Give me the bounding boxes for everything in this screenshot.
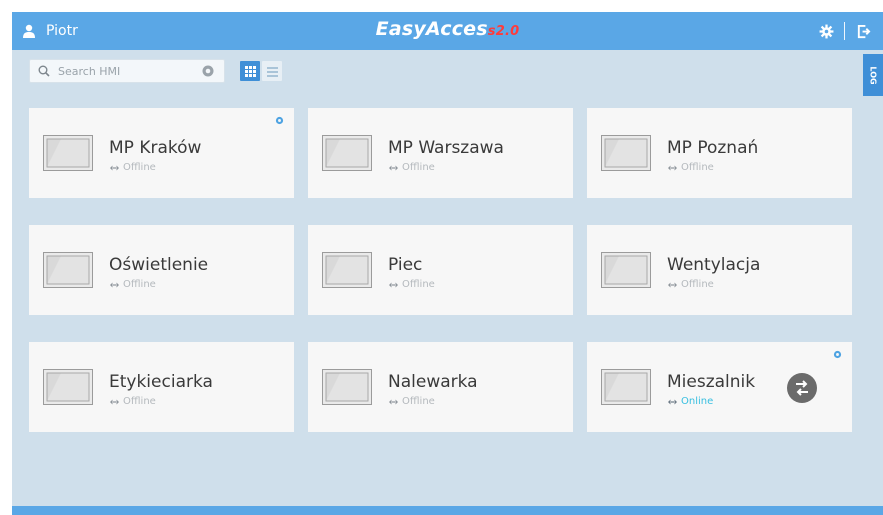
- hmi-screen-icon: [601, 135, 651, 171]
- hmi-screen-icon: [601, 369, 651, 405]
- hmi-status: Offline: [668, 162, 714, 173]
- hmi-tile[interactable]: MP Warszawa Offline: [308, 108, 573, 198]
- hmi-tile[interactable]: Nalewarka Offline: [308, 342, 573, 432]
- hmi-name: Mieszalnik: [667, 372, 756, 392]
- view-toggle: [240, 61, 282, 81]
- link-icon: [668, 282, 677, 287]
- hmi-status-text: Offline: [402, 279, 435, 290]
- hmi-status: Offline: [389, 279, 435, 290]
- hmi-status-text: Offline: [123, 279, 156, 290]
- connect-icon[interactable]: [786, 372, 818, 404]
- hmi-screen-icon: [322, 369, 372, 405]
- top-bar: Piotr EasyAccess2.0: [12, 12, 883, 50]
- hmi-screen-icon: [322, 252, 372, 288]
- hmi-name: Wentylacja: [667, 255, 761, 275]
- log-tab[interactable]: LOG: [863, 54, 883, 96]
- hmi-status: Online: [668, 396, 713, 407]
- link-icon: [389, 399, 398, 404]
- hmi-tile[interactable]: Oświetlenie Offline: [29, 225, 294, 315]
- hmi-name: MP Warszawa: [388, 138, 504, 158]
- clear-icon[interactable]: [202, 65, 214, 77]
- hmi-tile[interactable]: Mieszalnik Online: [587, 342, 852, 432]
- link-icon: [668, 165, 677, 170]
- hmi-name: Piec: [388, 255, 423, 275]
- logout-icon: [857, 24, 870, 38]
- hmi-screen-icon: [43, 135, 93, 171]
- hmi-status: Offline: [389, 396, 435, 407]
- brand-logo: EasyAccess2.0: [12, 18, 883, 40]
- hmi-status-text: Offline: [402, 162, 435, 173]
- log-tab-label: LOG: [868, 65, 878, 85]
- link-icon: [110, 399, 119, 404]
- logout-button[interactable]: [855, 23, 871, 39]
- link-icon: [110, 282, 119, 287]
- hmi-status: Offline: [668, 279, 714, 290]
- hmi-name: Nalewarka: [388, 372, 478, 392]
- link-icon: [389, 282, 398, 287]
- tile-settings-icon[interactable]: [275, 116, 284, 125]
- grid-view-button[interactable]: [240, 61, 260, 81]
- hmi-status-text: Online: [681, 396, 714, 407]
- gear-icon: [819, 24, 833, 38]
- hmi-screen-icon: [322, 135, 372, 171]
- brand-version: s2.0: [487, 24, 520, 39]
- search-icon: [38, 65, 50, 77]
- link-icon: [668, 399, 677, 404]
- search-box: [29, 59, 225, 83]
- hmi-tile[interactable]: MP Kraków Offline: [29, 108, 294, 198]
- hmi-status-text: Offline: [123, 162, 156, 173]
- hmi-status-text: Offline: [681, 162, 714, 173]
- hmi-name: MP Kraków: [109, 138, 202, 158]
- brand-name: EasyAcces: [375, 18, 488, 40]
- tile-settings-icon[interactable]: [833, 350, 842, 359]
- hmi-name: Etykieciarka: [109, 372, 213, 392]
- easyaccess-app: Piotr EasyAccess2.0 Search HMI LOG MP Kr…: [12, 12, 883, 515]
- hmi-status-text: Offline: [681, 279, 714, 290]
- hmi-status-text: Offline: [402, 396, 435, 407]
- hmi-screen-icon: [601, 252, 651, 288]
- grid-view-icon: [244, 65, 256, 77]
- top-actions: [818, 12, 871, 50]
- hmi-tile[interactable]: Wentylacja Offline: [587, 225, 852, 315]
- hmi-status: Offline: [110, 279, 156, 290]
- hmi-tile[interactable]: Etykieciarka Offline: [29, 342, 294, 432]
- hmi-name: Oświetlenie: [109, 255, 209, 275]
- bottom-bar: [12, 506, 883, 515]
- hmi-name: MP Poznań: [667, 138, 759, 158]
- hmi-screen-icon: [43, 369, 93, 405]
- hmi-status: Offline: [110, 162, 156, 173]
- settings-button[interactable]: [818, 23, 834, 39]
- hmi-tile[interactable]: MP Poznań Offline: [587, 108, 852, 198]
- separator: [844, 22, 845, 40]
- hmi-tile[interactable]: Piec Offline: [308, 225, 573, 315]
- list-view-button[interactable]: [262, 61, 282, 81]
- list-view-icon: [266, 66, 278, 77]
- link-icon: [110, 165, 119, 170]
- hmi-status: Offline: [110, 396, 156, 407]
- search-input[interactable]: [56, 63, 200, 79]
- hmi-status: Offline: [389, 162, 435, 173]
- hmi-status-text: Offline: [123, 396, 156, 407]
- link-icon: [389, 165, 398, 170]
- toolbar: [29, 59, 282, 83]
- hmi-screen-icon: [43, 252, 93, 288]
